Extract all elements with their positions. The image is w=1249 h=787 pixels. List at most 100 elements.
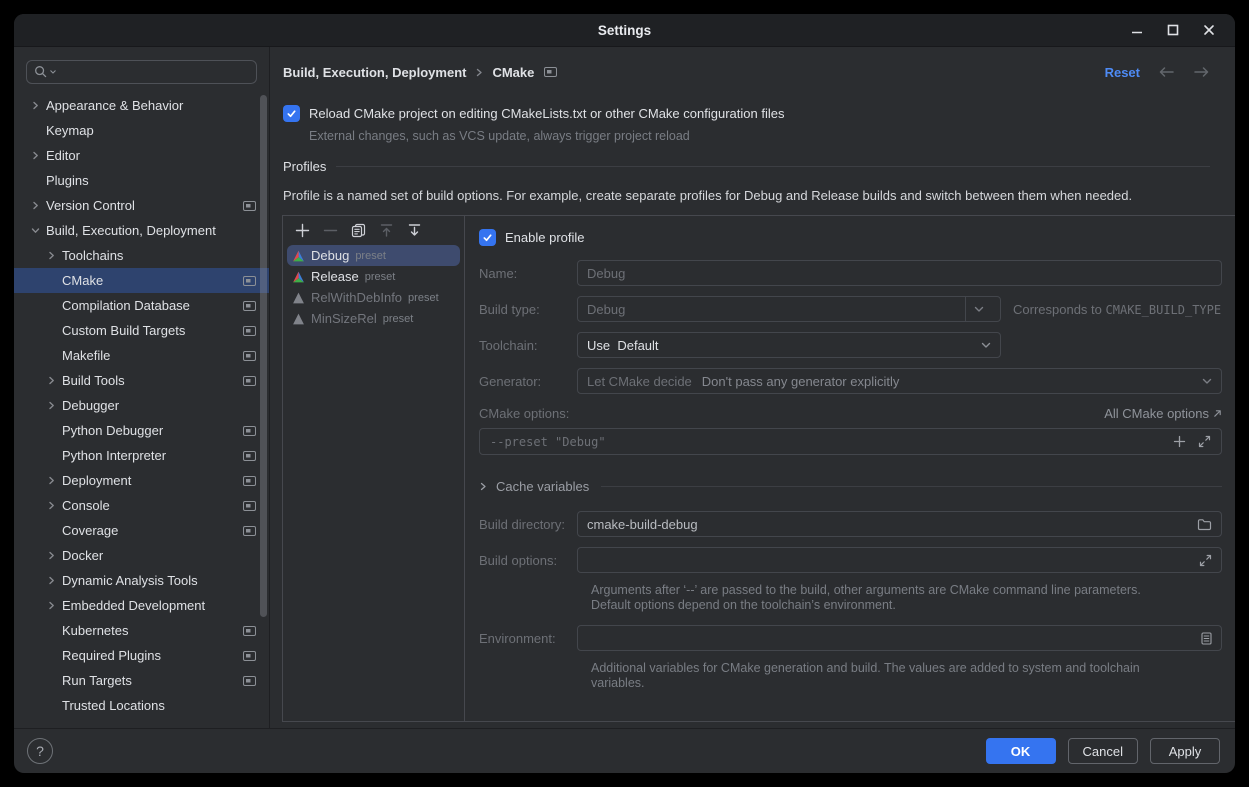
browse-folder-button[interactable] bbox=[1197, 518, 1212, 531]
search-history-chevron-icon[interactable] bbox=[50, 70, 56, 74]
chevron-right-icon bbox=[47, 376, 56, 385]
reload-checkbox-label[interactable]: Reload CMake project on editing CMakeLis… bbox=[309, 106, 784, 121]
forward-button[interactable] bbox=[1193, 66, 1210, 78]
profile-item-relwithdebinfo[interactable]: RelWithDebInfopreset bbox=[287, 287, 460, 308]
tree-chevron-right[interactable] bbox=[47, 501, 62, 510]
environment-input[interactable] bbox=[577, 625, 1222, 651]
back-button[interactable] bbox=[1158, 66, 1175, 78]
sidebar-item-console[interactable]: Console bbox=[14, 493, 269, 518]
sidebar-item-compilation-database[interactable]: Compilation Database bbox=[14, 293, 269, 318]
minimize-button[interactable] bbox=[1119, 14, 1155, 47]
reload-checkbox[interactable] bbox=[283, 105, 300, 122]
apply-button[interactable]: Apply bbox=[1150, 738, 1220, 764]
sidebar-scrollbar[interactable] bbox=[260, 95, 267, 617]
enable-profile-label[interactable]: Enable profile bbox=[505, 230, 585, 245]
tree-chevron-right[interactable] bbox=[31, 201, 46, 210]
chevron-right-icon bbox=[47, 251, 56, 260]
profile-name: Debug bbox=[311, 248, 349, 263]
tree-chevron-right[interactable] bbox=[47, 251, 62, 260]
sidebar-item-label: Python Interpreter bbox=[62, 448, 166, 463]
question-mark-icon: ? bbox=[36, 743, 44, 759]
sidebar-item-makefile[interactable]: Makefile bbox=[14, 343, 269, 368]
sidebar-item-python-interpreter[interactable]: Python Interpreter bbox=[14, 443, 269, 468]
build-directory-input[interactable]: cmake-build-debug bbox=[577, 511, 1222, 537]
move-down-button[interactable] bbox=[406, 222, 423, 239]
build-type-label: Build type: bbox=[479, 302, 577, 317]
screen-reader-icon bbox=[243, 426, 256, 436]
tree-chevron-right[interactable] bbox=[47, 476, 62, 485]
profile-item-minsizerel[interactable]: MinSizeRelpreset bbox=[287, 308, 460, 329]
browse-variables-button[interactable] bbox=[1201, 632, 1212, 645]
expand-icon[interactable] bbox=[1198, 435, 1211, 448]
sidebar-item-kubernetes[interactable]: Kubernetes bbox=[14, 618, 269, 643]
generator-select[interactable]: Let CMake decide Don't pass any generato… bbox=[577, 368, 1222, 394]
tree-chevron-right[interactable] bbox=[47, 576, 62, 585]
sidebar-item-debugger[interactable]: Debugger bbox=[14, 393, 269, 418]
expand-button[interactable] bbox=[1199, 554, 1212, 567]
move-up-icon bbox=[379, 223, 394, 238]
profile-item-release[interactable]: Releasepreset bbox=[287, 266, 460, 287]
window-title: Settings bbox=[14, 23, 1235, 38]
add-profile-button[interactable] bbox=[294, 222, 311, 239]
add-option-icon[interactable] bbox=[1173, 435, 1186, 448]
sidebar-item-python-debugger[interactable]: Python Debugger bbox=[14, 418, 269, 443]
ok-button[interactable]: OK bbox=[986, 738, 1056, 764]
tree-chevron-right[interactable] bbox=[31, 101, 46, 110]
sidebar-item-label: Custom Build Targets bbox=[62, 323, 185, 338]
sidebar-item-required-plugins[interactable]: Required Plugins bbox=[14, 643, 269, 668]
generator-hint: Don't pass any generator explicitly bbox=[702, 374, 900, 389]
toolchain-select[interactable]: Use Default bbox=[577, 332, 1001, 358]
sidebar-item-appearance-behavior[interactable]: Appearance & Behavior bbox=[14, 93, 269, 118]
profile-item-debug[interactable]: Debugpreset bbox=[287, 245, 460, 266]
cmake-options-input[interactable]: --preset "Debug" bbox=[479, 428, 1222, 455]
help-button[interactable]: ? bbox=[27, 738, 53, 764]
enable-profile-checkbox[interactable] bbox=[479, 229, 496, 246]
tree-chevron-right[interactable] bbox=[47, 376, 62, 385]
sidebar-item-embedded-development[interactable]: Embedded Development bbox=[14, 593, 269, 618]
tree-chevron-right[interactable] bbox=[31, 151, 46, 160]
sidebar-item-build-tools[interactable]: Build Tools bbox=[14, 368, 269, 393]
sidebar-item-cmake[interactable]: CMake bbox=[14, 268, 269, 293]
sidebar-item-deployment[interactable]: Deployment bbox=[14, 468, 269, 493]
name-input[interactable]: Debug bbox=[577, 260, 1222, 286]
maximize-button[interactable] bbox=[1155, 14, 1191, 47]
titlebar[interactable]: Settings bbox=[14, 14, 1235, 47]
copy-profile-button[interactable] bbox=[350, 222, 367, 239]
section-divider bbox=[336, 166, 1210, 167]
sidebar-item-coverage[interactable]: Coverage bbox=[14, 518, 269, 543]
screen-reader-icon bbox=[243, 501, 256, 511]
build-options-input[interactable] bbox=[577, 547, 1222, 573]
close-button[interactable] bbox=[1191, 14, 1227, 47]
chevron-down-icon bbox=[1194, 378, 1212, 385]
sidebar-item-plugins[interactable]: Plugins bbox=[14, 168, 269, 193]
chevron-right-icon bbox=[47, 601, 56, 610]
sidebar-item-editor[interactable]: Editor bbox=[14, 143, 269, 168]
plus-icon bbox=[295, 223, 310, 238]
cancel-button[interactable]: Cancel bbox=[1068, 738, 1138, 764]
tree-chevron-right[interactable] bbox=[47, 401, 62, 410]
sidebar-item-dynamic-analysis-tools[interactable]: Dynamic Analysis Tools bbox=[14, 568, 269, 593]
sidebar-item-trusted-locations[interactable]: Trusted Locations bbox=[14, 693, 269, 718]
tree-chevron-right[interactable] bbox=[47, 601, 62, 610]
sidebar-item-version-control[interactable]: Version Control bbox=[14, 193, 269, 218]
tree-chevron-right[interactable] bbox=[47, 551, 62, 560]
screen-reader-icon bbox=[243, 626, 256, 636]
sidebar-item-run-targets[interactable]: Run Targets bbox=[14, 668, 269, 693]
remove-profile-button[interactable] bbox=[322, 222, 339, 239]
sidebar-item-custom-build-targets[interactable]: Custom Build Targets bbox=[14, 318, 269, 343]
expand-icon bbox=[1199, 554, 1212, 567]
move-up-button[interactable] bbox=[378, 222, 395, 239]
dialog-footer: ? OK Cancel Apply bbox=[14, 728, 1235, 773]
settings-search-input[interactable] bbox=[26, 60, 257, 84]
sidebar-item-toolchains[interactable]: Toolchains bbox=[14, 243, 269, 268]
cache-variables-section[interactable]: Cache variables bbox=[479, 477, 1222, 495]
sidebar-item-keymap[interactable]: Keymap bbox=[14, 118, 269, 143]
sidebar-item-docker[interactable]: Docker bbox=[14, 543, 269, 568]
sidebar-item-build-execution-deployment[interactable]: Build, Execution, Deployment bbox=[14, 218, 269, 243]
tree-chevron-down[interactable] bbox=[31, 226, 46, 235]
profile-name: RelWithDebInfo bbox=[311, 290, 402, 305]
all-cmake-options-link[interactable]: All CMake options bbox=[1104, 406, 1222, 421]
build-type-select[interactable]: Debug bbox=[577, 296, 1001, 322]
breadcrumb-parent[interactable]: Build, Execution, Deployment bbox=[283, 65, 466, 80]
reset-link[interactable]: Reset bbox=[1105, 65, 1140, 80]
